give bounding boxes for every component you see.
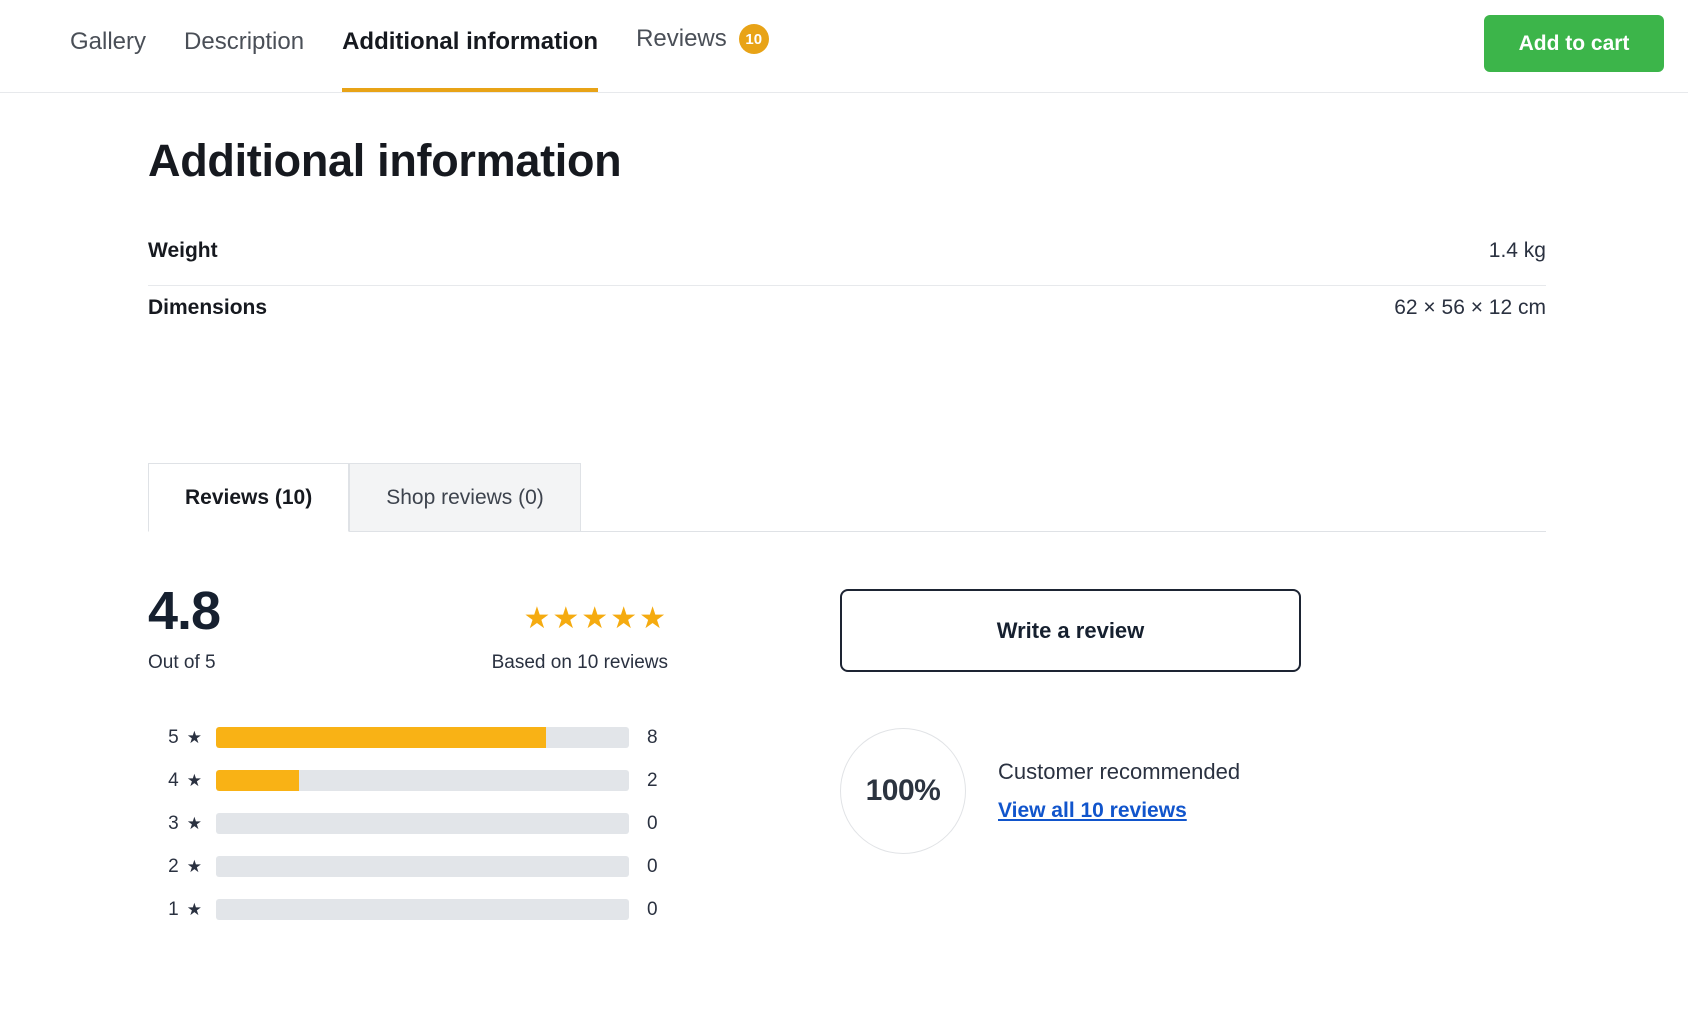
breakdown-star-number-2: 2 xyxy=(168,855,179,877)
rating-summary: 4.8 ★★★★★ Out of 5 Based on 10 reviews 5… xyxy=(148,584,1540,931)
table-row: Weight 1.4 kg xyxy=(148,229,1546,286)
breakdown-label-1: 1 ★ xyxy=(148,899,202,921)
score-caption-row: Out of 5 Based on 10 reviews xyxy=(148,652,668,674)
breakdown-label-4: 4 ★ xyxy=(148,770,202,792)
rating-summary-right: Write a review 100% Customer recommended… xyxy=(840,584,1301,931)
table-row: Dimensions 62 × 56 × 12 cm xyxy=(148,286,1546,342)
breakdown-bar-track-5 xyxy=(216,727,629,749)
breakdown-count-5: 8 xyxy=(647,726,658,748)
product-tab-list: Gallery Description Additional informati… xyxy=(70,0,769,92)
attribute-label-weight: Weight xyxy=(148,239,218,262)
breakdown-bar-fill-4 xyxy=(216,770,299,792)
view-all-reviews-link[interactable]: View all 10 reviews xyxy=(998,799,1187,823)
star-icon: ★ xyxy=(186,727,202,747)
based-on-reviews-label: Based on 10 reviews xyxy=(491,652,668,674)
reviews-section: Reviews (10) Shop reviews (0) 4.8 ★★★★★ … xyxy=(148,462,1546,931)
tab-description[interactable]: Description xyxy=(184,30,304,92)
tab-additional-information-label: Additional information xyxy=(342,28,599,55)
breakdown-star-number-4: 4 xyxy=(168,769,179,791)
list-item[interactable]: 4 ★ 2 xyxy=(148,759,748,802)
attribute-label-dimensions: Dimensions xyxy=(148,296,268,319)
review-tab-product-reviews[interactable]: Reviews (10) xyxy=(148,463,350,533)
list-item[interactable]: 1 ★ 0 xyxy=(148,888,748,931)
rating-breakdown-list: 5 ★ 8 4 ★ 2 3 ★ 0 2 ★ 0 1 ★ 0 xyxy=(148,716,748,931)
tab-gallery[interactable]: Gallery xyxy=(70,30,146,92)
star-icon: ★ xyxy=(186,770,202,790)
attribute-value-dimensions: 62 × 56 × 12 cm xyxy=(1394,296,1546,319)
list-item[interactable]: 3 ★ 0 xyxy=(148,802,748,845)
breakdown-label-2: 2 ★ xyxy=(148,856,202,878)
tab-reviews-label: Reviews xyxy=(636,25,727,52)
breakdown-bar-track-3 xyxy=(216,813,629,835)
recommend-percent-value: 100% xyxy=(865,774,941,808)
reviews-count-badge: 10 xyxy=(738,24,769,54)
breakdown-count-4: 2 xyxy=(647,769,658,791)
out-of-five-label: Out of 5 xyxy=(148,652,216,674)
recommend-title: Customer recommended xyxy=(998,758,1241,784)
average-rating-value: 4.8 xyxy=(148,581,221,642)
score-row: 4.8 ★★★★★ xyxy=(148,584,668,638)
tab-description-label: Description xyxy=(184,28,305,55)
breakdown-count-3: 0 xyxy=(647,812,658,834)
rating-summary-left: 4.8 ★★★★★ Out of 5 Based on 10 reviews 5… xyxy=(148,584,748,931)
list-item[interactable]: 2 ★ 0 xyxy=(148,845,748,888)
customer-recommendation: 100% Customer recommended View all 10 re… xyxy=(840,728,1301,855)
star-icon: ★ xyxy=(186,856,202,876)
add-to-cart-button[interactable]: Add to cart xyxy=(1484,15,1664,72)
additional-information-table: Weight 1.4 kg Dimensions 62 × 56 × 12 cm xyxy=(148,229,1546,342)
attribute-value-weight: 1.4 kg xyxy=(1488,239,1546,262)
breakdown-count-1: 0 xyxy=(647,898,658,920)
page-title: Additional information xyxy=(148,135,622,186)
breakdown-count-2: 0 xyxy=(647,855,658,877)
breakdown-label-5: 5 ★ xyxy=(148,727,202,749)
product-tabs-bar: Gallery Description Additional informati… xyxy=(0,0,1688,93)
breakdown-bar-track-2 xyxy=(216,856,629,878)
breakdown-bar-track-1 xyxy=(216,899,629,921)
recommend-percent-circle: 100% xyxy=(840,728,966,855)
list-item[interactable]: 5 ★ 8 xyxy=(148,716,748,759)
breakdown-label-3: 3 ★ xyxy=(148,813,202,835)
recommend-text-group: Customer recommended View all 10 reviews xyxy=(998,759,1240,823)
main-content: Additional information Weight 1.4 kg Dim… xyxy=(0,135,1688,931)
star-icon: ★ xyxy=(186,899,202,919)
review-tab-shop-reviews[interactable]: Shop reviews (0) xyxy=(349,463,581,533)
star-icon: ★ xyxy=(186,813,202,833)
review-tab-list: Reviews (10) Shop reviews (0) xyxy=(148,462,1546,533)
tab-gallery-label: Gallery xyxy=(70,28,147,55)
breakdown-star-number-1: 1 xyxy=(168,898,179,920)
breakdown-star-number-5: 5 xyxy=(168,726,179,748)
breakdown-bar-fill-5 xyxy=(216,727,547,749)
write-a-review-button[interactable]: Write a review xyxy=(840,589,1301,673)
tab-additional-information[interactable]: Additional information xyxy=(342,30,598,92)
tab-reviews[interactable]: Reviews 10 xyxy=(636,24,769,92)
star-rating-icon: ★★★★★ xyxy=(523,602,668,636)
breakdown-bar-track-4 xyxy=(216,770,629,792)
breakdown-star-number-3: 3 xyxy=(168,812,179,834)
